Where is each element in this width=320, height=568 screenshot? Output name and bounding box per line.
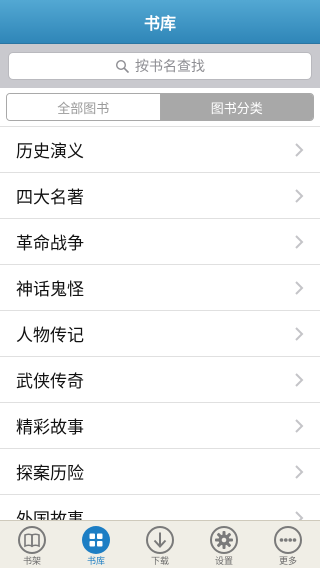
segment-categories[interactable]: 图书分类 [160,94,313,120]
list-item-label: 人物传记 [16,326,84,346]
list-item-label: 探案历险 [16,464,84,484]
nav-bar: 书库 [0,0,320,44]
chevron-right-icon [295,142,304,157]
book-icon [18,526,46,554]
chevron-right-icon [295,510,304,520]
tab-label: 书库 [86,557,105,567]
list-item[interactable]: 武侠传奇 [0,357,320,403]
page-title: 书库 [143,13,176,33]
list-item[interactable]: 人物传记 [0,311,320,357]
grid-icon [82,526,110,554]
tab-library[interactable]: 书库 [68,525,124,568]
search-bar: 按书名查找 [0,44,320,88]
chevron-right-icon [295,234,304,249]
search-icon [115,59,129,73]
tab-bar: 书架 书库 下载 设置 更多 [0,520,320,568]
chevron-right-icon [295,418,304,433]
list-item[interactable]: 精彩故事 [0,403,320,449]
segmented-control: 全部图书 图书分类 [6,93,314,121]
chevron-right-icon [295,188,304,203]
tab-label: 更多 [278,557,297,567]
more-icon [274,526,302,554]
list-item[interactable]: 外国故事 [0,495,320,520]
chevron-right-icon [295,280,304,295]
list-item-label: 精彩故事 [16,418,84,438]
tab-label: 下载 [150,557,169,567]
list-item[interactable]: 革命战争 [0,219,320,265]
gear-icon [210,526,238,554]
tab-label: 书架 [22,557,41,567]
search-placeholder: 按书名查找 [135,59,205,75]
list-item-label: 革命战争 [16,234,84,254]
tab-settings[interactable]: 设置 [196,525,252,568]
list-item-label: 外国故事 [16,510,84,520]
segment-all-books[interactable]: 全部图书 [7,94,161,120]
list-item-label: 神话鬼怪 [16,280,84,300]
chevron-right-icon [295,326,304,341]
tab-download[interactable]: 下载 [132,525,188,568]
tab-more[interactable]: 更多 [260,525,316,568]
list-item[interactable]: 四大名著 [0,173,320,219]
tab-label: 设置 [214,557,233,567]
chevron-right-icon [295,372,304,387]
category-list: 历史演义 四大名著 革命战争 神话鬼怪 人物传记 武侠传奇 精彩故事 探案历险 … [0,126,320,520]
list-item[interactable]: 探案历险 [0,449,320,495]
list-item[interactable]: 神话鬼怪 [0,265,320,311]
chevron-right-icon [295,464,304,479]
segmented-control-wrap: 全部图书 图书分类 [0,88,320,126]
download-icon [146,526,174,554]
list-item-label: 历史演义 [16,142,84,162]
list-item-label: 四大名著 [16,188,84,208]
tab-bookshelf[interactable]: 书架 [4,525,60,568]
list-item[interactable]: 历史演义 [0,127,320,173]
search-input[interactable]: 按书名查找 [8,52,312,80]
list-item-label: 武侠传奇 [16,372,84,392]
